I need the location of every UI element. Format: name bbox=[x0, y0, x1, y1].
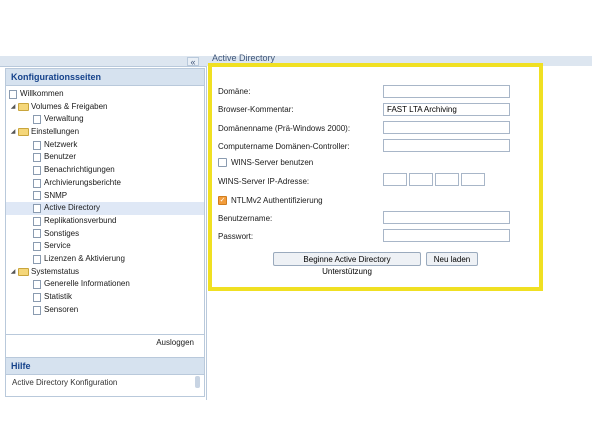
page-icon bbox=[33, 292, 41, 302]
sidebar-item[interactable]: Generelle Informationen bbox=[6, 278, 204, 291]
netbios-input[interactable] bbox=[383, 121, 510, 134]
help-panel: Hilfe Active Directory Konfiguration bbox=[5, 357, 205, 397]
sidebar-item[interactable]: Replikationsverbund bbox=[6, 215, 204, 228]
wins-ip-octet-2[interactable] bbox=[409, 173, 433, 186]
config-tree: Willkommen ◢ Volumes & Freigaben Verwaltung… bbox=[6, 86, 204, 316]
sidebar-item-label: Volumes & Freigaben bbox=[31, 101, 108, 111]
sidebar-item-label: Verwaltung bbox=[44, 114, 84, 124]
page-icon bbox=[33, 115, 41, 125]
sidebar-item[interactable]: ◢ Systemstatus bbox=[6, 266, 204, 279]
wins-checkbox[interactable] bbox=[218, 158, 227, 167]
wins-ip-octet-3[interactable] bbox=[435, 173, 459, 186]
sidebar-item-label: Replikationsverbund bbox=[44, 215, 117, 225]
page-icon bbox=[33, 254, 41, 264]
reload-button[interactable]: Neu laden bbox=[426, 252, 478, 266]
expand-toggle-icon[interactable]: ◢ bbox=[9, 266, 17, 279]
page-icon bbox=[33, 204, 41, 214]
sidebar-item-label: Benutzer bbox=[44, 152, 77, 162]
sidebar-item[interactable]: ◢ Einstellungen bbox=[6, 126, 204, 139]
sidebar-item[interactable]: Sonstiges bbox=[6, 228, 204, 241]
sidebar-item-label: Einstellungen bbox=[31, 127, 80, 137]
sidebar-header: Konfigurationsseiten bbox=[6, 69, 204, 86]
sidebar-item[interactable]: Archivierungsberichte bbox=[6, 177, 204, 190]
sidebar-item-label: Systemstatus bbox=[31, 266, 80, 276]
page-icon bbox=[9, 89, 17, 99]
page-icon bbox=[33, 242, 41, 252]
sidebar-item-label: Netzwerk bbox=[44, 139, 78, 149]
username-label: Benutzername: bbox=[218, 214, 273, 223]
password-label: Passwort: bbox=[218, 232, 254, 241]
browser-comment-input[interactable] bbox=[383, 103, 510, 116]
help-header: Hilfe bbox=[6, 358, 204, 375]
sidebar-item-label: Archivierungsberichte bbox=[44, 177, 121, 187]
sidebar-item-label: Sensoren bbox=[44, 304, 79, 314]
username-input[interactable] bbox=[383, 211, 510, 224]
sidebar-item-label: SNMP bbox=[44, 190, 68, 200]
folder-icon bbox=[18, 128, 29, 137]
domain-input[interactable] bbox=[383, 85, 510, 98]
folder-icon bbox=[18, 103, 29, 112]
help-scrollbar[interactable] bbox=[195, 376, 200, 388]
expand-toggle-icon[interactable]: ◢ bbox=[9, 126, 17, 139]
sidebar-item[interactable]: Willkommen bbox=[6, 88, 204, 101]
page-icon bbox=[33, 280, 41, 290]
sidebar-item-label: Lizenzen & Aktivierung bbox=[44, 253, 125, 263]
sidebar-item[interactable]: Sensoren bbox=[6, 304, 204, 317]
sidebar-item[interactable]: Benutzer bbox=[6, 151, 204, 164]
help-text: Active Directory Konfiguration bbox=[12, 378, 118, 387]
sidebar-item[interactable]: Benachrichtigungen bbox=[6, 164, 204, 177]
wins-ip-octet-1[interactable] bbox=[383, 173, 407, 186]
sidebar-item-label: Benachrichtigungen bbox=[44, 165, 115, 175]
sidebar-item[interactable]: Active Directory bbox=[6, 202, 204, 215]
page-icon bbox=[33, 140, 41, 150]
expand-toggle-icon[interactable]: ◢ bbox=[9, 101, 17, 114]
page-title: Active Directory bbox=[212, 53, 276, 63]
sidebar-item-label: Sonstiges bbox=[44, 228, 80, 238]
page-icon bbox=[33, 216, 41, 226]
page-icon bbox=[33, 191, 41, 201]
password-input[interactable] bbox=[383, 229, 510, 242]
sidebar-item-label: Generelle Informationen bbox=[44, 279, 130, 289]
dc-label: Computername Domänen-Controller: bbox=[218, 142, 350, 151]
sidebar-item[interactable]: Service bbox=[6, 240, 204, 253]
page-icon bbox=[33, 229, 41, 239]
sidebar-item-label: Statistik bbox=[44, 292, 73, 301]
ntlm-checkbox[interactable]: ✓ bbox=[218, 196, 227, 205]
ntlm-label: NTLMv2 Authentifizierung bbox=[231, 196, 323, 205]
page-icon bbox=[33, 178, 41, 188]
sidebar-item[interactable]: Lizenzen & Aktivierung bbox=[6, 253, 204, 266]
page-icon bbox=[33, 153, 41, 163]
browser-comment-label: Browser-Kommentar: bbox=[218, 105, 294, 114]
page-icon bbox=[33, 305, 41, 315]
sidebar-item[interactable]: Verwaltung bbox=[6, 113, 204, 126]
page-icon bbox=[33, 165, 41, 175]
sidebar-item[interactable]: ◢ Volumes & Freigaben bbox=[6, 101, 204, 114]
sidebar: Konfigurationsseiten Willkommen ◢ Volumes … bbox=[5, 68, 205, 358]
sidebar-item[interactable]: Statistik bbox=[6, 291, 204, 304]
domain-label: Domäne: bbox=[218, 87, 251, 96]
sidebar-item[interactable]: SNMP bbox=[6, 190, 204, 203]
wins-use-label: WINS-Server benutzen bbox=[231, 158, 314, 167]
wins-ip-label: WINS-Server IP-Adresse: bbox=[218, 177, 310, 186]
netbios-label: Domänenname (Prä-Windows 2000): bbox=[218, 124, 351, 133]
sidebar-item-label: Active Directory bbox=[44, 203, 101, 213]
sidebar-item-label: Willkommen bbox=[20, 89, 64, 98]
collapse-sidebar-icon[interactable]: « bbox=[187, 57, 199, 67]
logout-button[interactable]: Ausloggen bbox=[6, 334, 204, 350]
wins-ip-octet-4[interactable] bbox=[461, 173, 485, 186]
sidebar-item[interactable]: Netzwerk bbox=[6, 139, 204, 152]
sidebar-item-label: Service bbox=[44, 241, 71, 251]
start-ad-button[interactable]: Beginne Active Directory Unterstützung bbox=[273, 252, 421, 276]
folder-icon bbox=[18, 267, 29, 276]
dc-input[interactable] bbox=[383, 139, 510, 152]
